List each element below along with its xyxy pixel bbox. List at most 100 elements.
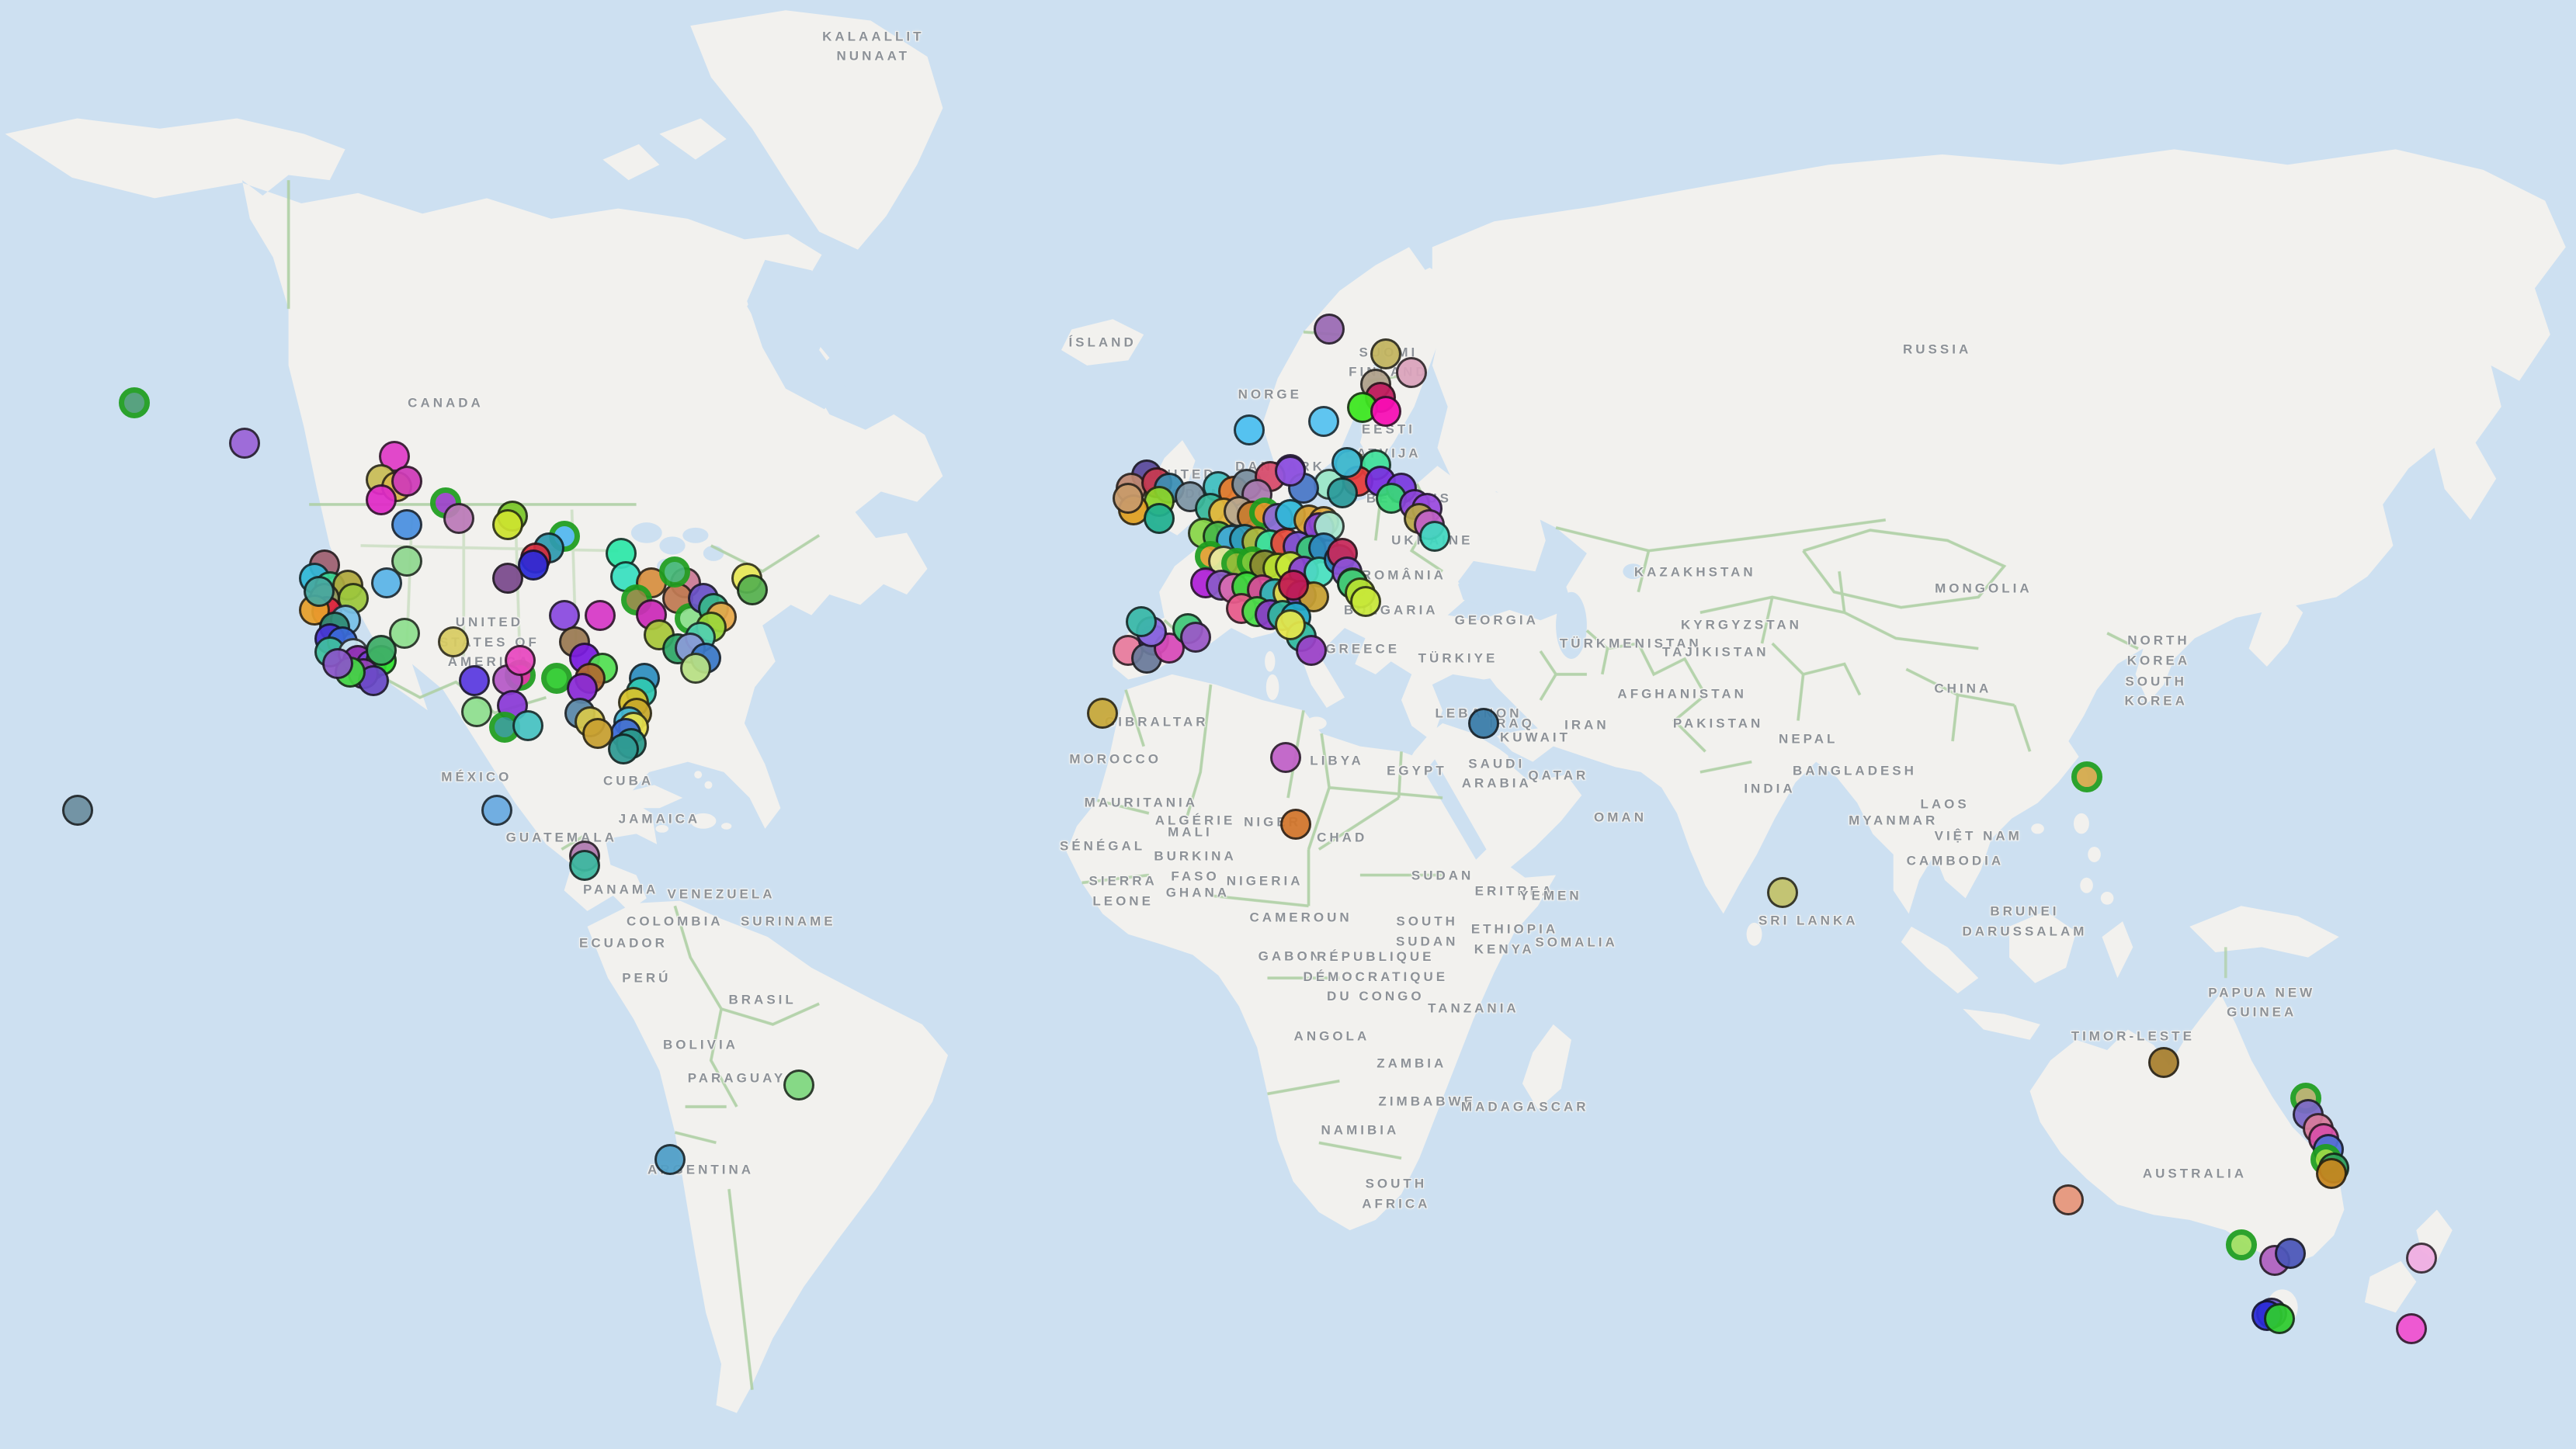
country-label: LIBYA xyxy=(1310,750,1363,771)
world-map[interactable]: KALAALLIT NUNAATCANADAUNITED STATES OF A… xyxy=(0,0,2576,1449)
map-marker[interactable] xyxy=(2406,1243,2437,1274)
map-marker[interactable] xyxy=(1126,606,1157,637)
basemap-landmass xyxy=(0,0,2576,1449)
map-marker[interactable] xyxy=(1468,708,1499,739)
country-label: SOUTH KOREA xyxy=(2124,671,2187,711)
map-marker[interactable] xyxy=(492,509,523,540)
map-marker-highlighted[interactable] xyxy=(2226,1229,2257,1260)
map-marker[interactable] xyxy=(1275,609,1306,640)
country-label: ECUADOR xyxy=(579,934,668,954)
map-marker[interactable] xyxy=(366,484,397,515)
map-marker[interactable] xyxy=(512,710,543,741)
country-label: MONGOLIA xyxy=(1935,578,2033,598)
map-marker[interactable] xyxy=(322,648,353,679)
country-label: TANZANIA xyxy=(1428,999,1519,1019)
map-marker[interactable] xyxy=(569,850,600,881)
country-label: SOUTH SUDAN xyxy=(1396,912,1458,952)
map-marker[interactable] xyxy=(1278,570,1309,601)
map-marker[interactable] xyxy=(229,428,260,459)
map-marker[interactable] xyxy=(62,795,93,826)
map-marker[interactable] xyxy=(481,795,512,826)
country-label: SÉNÉGAL xyxy=(1060,837,1145,857)
country-label: PARAGUAY xyxy=(688,1068,786,1088)
map-marker[interactable] xyxy=(1314,314,1345,345)
country-label: VIỆT NAM xyxy=(1935,827,2022,847)
map-marker[interactable] xyxy=(438,626,469,657)
country-label: PANAMA xyxy=(583,880,658,900)
map-marker[interactable] xyxy=(391,509,422,540)
map-marker[interactable] xyxy=(1144,503,1175,534)
map-marker[interactable] xyxy=(2053,1184,2084,1215)
country-label: AFGHANISTAN xyxy=(1617,685,1746,705)
map-marker[interactable] xyxy=(1275,456,1306,487)
map-marker[interactable] xyxy=(1767,877,1798,908)
map-marker[interactable] xyxy=(505,645,536,676)
country-label: RÉPUBLIQUE DÉMOCRATIQUE DU CONGO xyxy=(1304,947,1449,1007)
landmass-asia xyxy=(1432,149,2566,913)
country-label: EGYPT xyxy=(1387,761,1447,781)
map-marker-highlighted[interactable] xyxy=(119,387,150,418)
map-marker[interactable] xyxy=(2275,1238,2306,1269)
country-label: CAMBODIA xyxy=(1907,851,2005,871)
map-marker[interactable] xyxy=(492,563,523,594)
map-marker[interactable] xyxy=(1280,809,1311,840)
landmass-new-guinea xyxy=(2189,906,2338,957)
country-label: MOROCCO xyxy=(1069,750,1161,770)
map-marker[interactable] xyxy=(391,466,422,497)
country-label: MÉXICO xyxy=(441,767,512,787)
map-marker[interactable] xyxy=(585,600,616,631)
landmass-north-america xyxy=(5,119,943,911)
country-label: GREECE xyxy=(1325,640,1400,660)
map-marker[interactable] xyxy=(1234,414,1265,445)
country-label: IRAN xyxy=(1564,715,1609,735)
map-marker[interactable] xyxy=(1087,698,1118,729)
country-label: SOMALIA xyxy=(1535,932,1617,952)
map-marker[interactable] xyxy=(1296,635,1327,666)
country-label: GIBRALTAR xyxy=(1105,712,1209,732)
map-marker[interactable] xyxy=(2316,1158,2347,1189)
country-label: BANGLADESH xyxy=(1793,761,1917,781)
map-marker[interactable] xyxy=(1419,521,1450,552)
map-marker-highlighted[interactable] xyxy=(659,556,690,588)
country-label: LAOS xyxy=(1920,794,1969,814)
country-label: ANGOLA xyxy=(1294,1026,1370,1046)
map-marker[interactable] xyxy=(459,665,490,696)
map-marker[interactable] xyxy=(2148,1047,2179,1078)
country-label: CAMEROUN xyxy=(1250,907,1352,927)
map-marker[interactable] xyxy=(1180,622,1211,653)
country-label: GEORGIA xyxy=(1455,610,1539,630)
country-label: KENYA xyxy=(1474,939,1535,959)
country-label: SUDAN xyxy=(1411,865,1474,886)
map-marker[interactable] xyxy=(1370,338,1401,369)
map-marker[interactable] xyxy=(1113,483,1144,514)
map-marker[interactable] xyxy=(1308,406,1339,437)
map-marker[interactable] xyxy=(1327,477,1358,508)
map-marker[interactable] xyxy=(461,696,492,727)
country-label: CANADA xyxy=(408,393,484,413)
map-marker[interactable] xyxy=(1350,586,1381,617)
map-marker[interactable] xyxy=(1396,357,1427,388)
country-label: QATAR xyxy=(1528,765,1588,785)
map-marker[interactable] xyxy=(1331,447,1363,478)
map-marker[interactable] xyxy=(2264,1303,2295,1334)
map-marker[interactable] xyxy=(783,1069,814,1101)
map-marker[interactable] xyxy=(391,546,422,577)
map-marker-highlighted[interactable] xyxy=(2071,761,2102,792)
country-label: TÜRKIYE xyxy=(1418,648,1498,668)
map-marker[interactable] xyxy=(582,718,613,749)
country-label: CHAD xyxy=(1317,827,1367,848)
map-marker[interactable] xyxy=(1370,396,1401,427)
map-marker[interactable] xyxy=(443,503,474,534)
map-marker[interactable] xyxy=(680,653,711,684)
map-marker[interactable] xyxy=(304,576,335,607)
country-label: SOUTH AFRICA xyxy=(1362,1174,1430,1214)
map-marker[interactable] xyxy=(1270,742,1301,773)
country-label: NORTH KOREA xyxy=(2127,631,2190,671)
map-marker[interactable] xyxy=(737,574,768,605)
country-label: NIGERIA xyxy=(1227,871,1304,891)
map-marker[interactable] xyxy=(608,733,639,764)
map-marker[interactable] xyxy=(2396,1313,2427,1344)
country-label: YEMEN xyxy=(1519,886,1581,906)
map-marker[interactable] xyxy=(654,1144,686,1175)
country-label: TIMOR-LESTE xyxy=(2071,1026,2195,1046)
